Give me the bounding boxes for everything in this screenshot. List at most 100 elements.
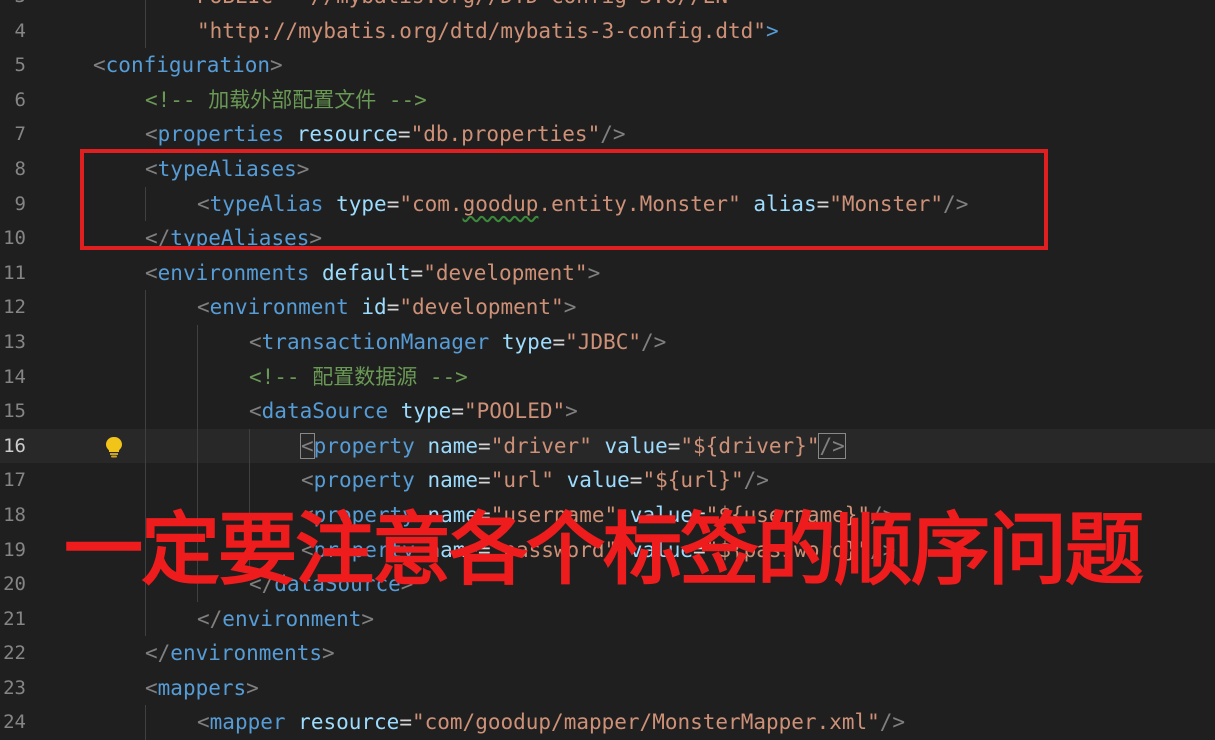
token-eq [388, 399, 401, 423]
token-eq: = [629, 468, 643, 493]
indent-guide [249, 428, 250, 464]
token-attr: resource [298, 710, 400, 735]
line-number: 9 [14, 192, 26, 215]
code-line[interactable]: 24 <mapper resource="com/goodup/mapper/Mo… [0, 705, 1215, 740]
token-eq [286, 710, 299, 734]
code-text[interactable]: PUBLIC "-//mybatis.org//DTD Config 3.0//… [197, 0, 741, 14]
token-attr: value [604, 433, 668, 458]
token-attr: alias [753, 191, 817, 216]
code-line[interactable]: 8 <typeAliases> [0, 152, 1215, 187]
indent-guide [145, 0, 146, 14]
token-eq [489, 330, 502, 354]
code-text[interactable]: </typeAliases> [145, 221, 322, 256]
token-attr: resource [296, 122, 398, 147]
token-punc: < [301, 468, 314, 493]
code-line[interactable]: 15 <dataSource type="POOLED"> [0, 394, 1215, 429]
token-str: "JDBC" [565, 329, 641, 354]
token-tag: dataSource [261, 399, 389, 424]
code-text[interactable]: </environments> [145, 636, 335, 671]
token-attr: type [400, 399, 452, 424]
code-line[interactable]: 7 <properties resource="db.properties"/> [0, 117, 1215, 152]
indent-guide [197, 428, 198, 464]
code-text[interactable]: "http://mybatis.org/dtd/mybatis-3-config… [197, 14, 779, 49]
line-number: 14 [3, 365, 26, 388]
token-attr: type [501, 329, 553, 354]
code-text[interactable]: <mapper resource="com/goodup/mapper/Mons… [197, 705, 905, 740]
code-line[interactable]: 23 <mappers> [0, 671, 1215, 706]
token-tag: typeAliases [170, 226, 310, 251]
code-text[interactable]: <environments default="development"> [145, 256, 600, 291]
lightbulb-icon[interactable] [104, 436, 124, 458]
token-punc: > [587, 260, 601, 285]
code-line[interactable]: 21 </environment> [0, 601, 1215, 637]
token-tag: mappers [157, 675, 247, 700]
token-str: goodup [462, 191, 539, 216]
code-line[interactable]: 5 <configuration> [0, 48, 1215, 83]
token-tag: environment [209, 295, 349, 320]
line-number: 13 [3, 330, 26, 353]
token-punc: > [246, 675, 259, 700]
code-text[interactable]: <dataSource type="POOLED"> [249, 394, 578, 429]
token-attr: value [566, 468, 630, 493]
code-line[interactable]: 14 <!-- 配置数据源 --> [0, 359, 1215, 395]
line-number: 5 [14, 54, 26, 77]
line-number: 15 [3, 400, 26, 423]
token-str: "${driver}" [680, 433, 820, 458]
code-text[interactable]: </environment> [197, 602, 374, 637]
token-eq [349, 295, 362, 319]
token-punc: /> [743, 468, 769, 493]
line-number: 8 [14, 157, 26, 180]
code-line[interactable]: 12 <environment id="development"> [0, 290, 1215, 325]
token-punc: /> [943, 191, 969, 216]
token-eq: = [478, 468, 491, 493]
code-line[interactable]: 11 <environments default="development"> [0, 256, 1215, 291]
token-punc: < [249, 329, 262, 354]
token-punc: < [249, 399, 262, 424]
code-text[interactable]: <configuration> [93, 48, 283, 83]
token-punc: < [300, 432, 315, 459]
code-text[interactable]: <typeAlias type="com.goodup.entity.Monst… [197, 187, 968, 222]
code-editor[interactable]: 3 PUBLIC "-//mybatis.org//DTD Config 3.0/… [0, 0, 1215, 740]
indent-guide [145, 601, 146, 637]
token-str: PUBLIC "-//mybatis.org//DTD Config 3.0//… [197, 0, 741, 8]
code-line[interactable]: 10 </typeAliases> [0, 221, 1215, 256]
token-str: "com/goodup/mapper/MonsterMapper.xml" [411, 710, 880, 735]
line-number: 24 [3, 711, 26, 734]
token-eq: = [386, 191, 400, 216]
code-text[interactable]: <typeAliases> [145, 152, 309, 187]
code-line[interactable]: 6 <!-- 加载外部配置文件 --> [0, 83, 1215, 118]
token-str: "http://mybatis.org/dtd/mybatis-3-config… [197, 18, 766, 43]
code-text[interactable]: <property name="url" value="${url}"/> [301, 463, 769, 498]
token-punc: < [145, 260, 158, 285]
token-str: "POOLED" [463, 399, 566, 424]
line-number: 17 [3, 469, 26, 492]
code-text[interactable]: <mappers> [145, 671, 259, 706]
code-text[interactable]: <property name="driver" value="${driver}… [300, 429, 846, 464]
token-com: <!-- 配置数据源 --> [249, 364, 468, 389]
code-line[interactable]: 13 <transactionManager type="JDBC"/> [0, 324, 1215, 360]
code-line[interactable]: 3 PUBLIC "-//mybatis.org//DTD Config 3.0/… [0, 0, 1215, 14]
indent-guide [145, 13, 146, 49]
token-eq: = [667, 433, 681, 458]
token-eq [554, 468, 567, 492]
overlay-caption: 一定要注意各个标签的顺序问题 [64, 504, 1144, 596]
token-tag: property [313, 433, 415, 458]
code-text[interactable]: <!-- 配置数据源 --> [249, 360, 468, 395]
token-punc: < [145, 122, 158, 147]
code-line[interactable]: 9 <typeAlias type="com.goodup.entity.Mons… [0, 186, 1215, 222]
code-text[interactable]: <!-- 加载外部配置文件 --> [145, 83, 427, 118]
token-attr: id [361, 295, 387, 320]
code-line[interactable]: 22 </environments> [0, 636, 1215, 671]
indent-guide [197, 394, 198, 429]
code-line[interactable]: 17 <property name="url" value="${url}"/> [0, 463, 1215, 498]
code-line[interactable]: 4 "http://mybatis.org/dtd/mybatis-3-confi… [0, 13, 1215, 49]
line-number: 23 [3, 676, 26, 699]
token-punc: > [563, 295, 577, 320]
code-text[interactable]: <properties resource="db.properties"/> [145, 117, 626, 152]
code-text[interactable]: <environment id="development"> [197, 290, 576, 325]
line-number: 18 [3, 503, 26, 526]
indent-guide [197, 359, 198, 395]
code-text[interactable]: <transactionManager type="JDBC"/> [249, 325, 666, 360]
code-line[interactable]: 16 <property name="driver" value="${drive… [0, 428, 1215, 464]
token-punc: > [322, 641, 335, 666]
